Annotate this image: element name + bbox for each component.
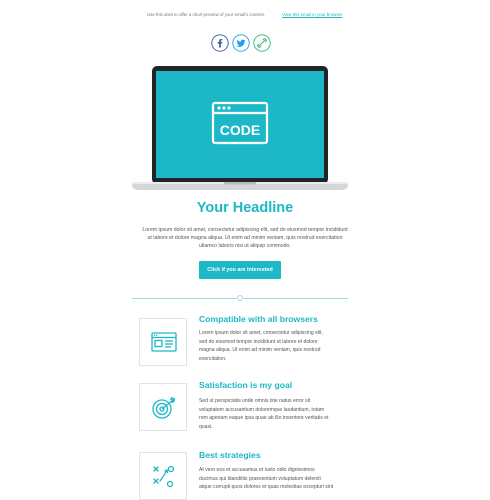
feature-text-line: exercitation. <box>199 355 227 362</box>
twitter-icon[interactable] <box>232 34 250 52</box>
feature-text-line: quasi. <box>199 423 213 430</box>
social-icons <box>211 34 271 54</box>
feature-icon-tile <box>139 383 187 431</box>
preheader: Use this area to offer a short preview o… <box>0 12 490 22</box>
feature-text-line: atque corrupti quos dolores et quas mole… <box>199 484 334 490</box>
divider-dot <box>237 295 243 301</box>
feature-text-line: At vero eos et accusamus et iusto odio d… <box>199 467 315 473</box>
feature-text-line: rem aperiam eaque ipsa quae ab illo inve… <box>199 415 329 421</box>
hero-laptop-image: CODE <box>132 66 348 191</box>
intro-line: Lorem ipsum dolor sit amet, consectetur … <box>142 227 348 233</box>
feature-text: Sed ut perspiciatis unde omnis iste natu… <box>199 397 349 431</box>
browser-window-icon <box>151 332 177 352</box>
view-in-browser-link[interactable]: View this email in your browser <box>282 12 342 17</box>
intro-line: ullamco laboris nisi ut aliquip commodo. <box>199 243 291 249</box>
divider-left <box>132 298 236 299</box>
feature-text: At vero eos et accusamus et iusto odio d… <box>199 466 349 492</box>
feature-text-line: magna aliqua. Ut enim ad minim veniam, q… <box>199 347 321 353</box>
feature-text-line: Lorem ipsum dolor sit amet, consectetur … <box>199 330 324 336</box>
feature-title: Best strategies <box>199 450 261 460</box>
feature-text: Lorem ipsum dolor sit amet, consectetur … <box>199 329 349 363</box>
feature-title: Compatible with all browsers <box>199 314 318 324</box>
feature-text-line: ducimus qui blanditiis praesentium volup… <box>199 475 321 482</box>
strategy-icon <box>153 465 175 488</box>
feature-icon-tile <box>139 318 187 366</box>
feature-icon-tile <box>139 452 187 500</box>
cta-button[interactable]: Click if you are interested <box>199 261 281 279</box>
target-icon <box>152 396 176 419</box>
preheader-text: Use this area to offer a short preview o… <box>147 12 265 17</box>
facebook-icon[interactable] <box>211 34 229 52</box>
link-icon[interactable] <box>253 34 271 52</box>
intro-line: ut labore et dolore magna aliqua. Ut eni… <box>147 235 343 241</box>
intro-paragraph: Lorem ipsum dolor sit amet, consectetur … <box>140 226 350 250</box>
divider-right <box>244 298 348 299</box>
feature-text-line: voluptatem accusantium doloremque laudan… <box>199 406 325 413</box>
screen-code-text: CODE <box>220 122 260 138</box>
feature-text-line: sed do eiusmod tempor incididunt ut labo… <box>199 338 318 345</box>
feature-title: Satisfaction is my goal <box>199 380 293 390</box>
headline: Your Headline <box>196 200 294 216</box>
feature-text-line: Sed ut perspiciatis unde omnis iste natu… <box>199 398 311 404</box>
